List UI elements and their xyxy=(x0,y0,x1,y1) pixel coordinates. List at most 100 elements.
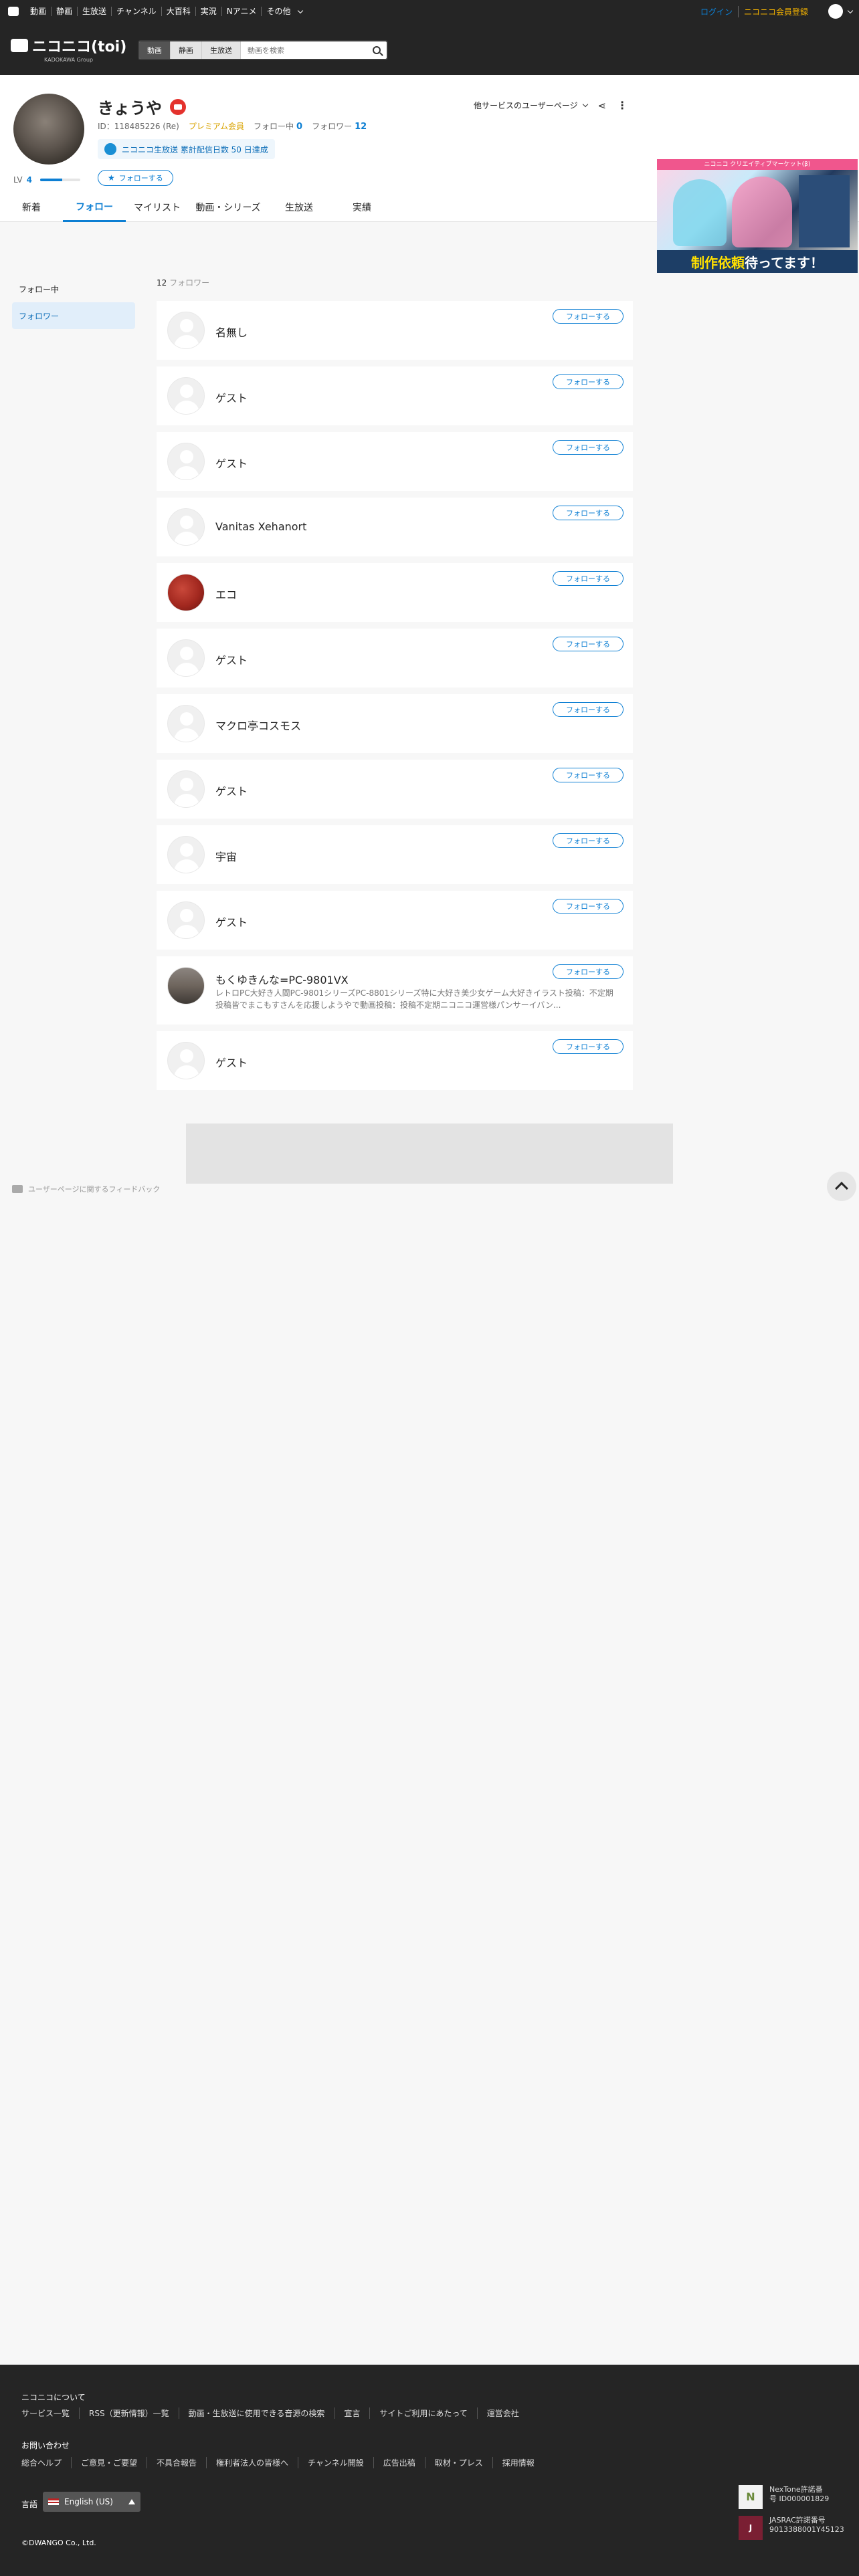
follower-name[interactable]: Vanitas Xehanort xyxy=(215,520,306,533)
footer-about-link[interactable]: 宣言 xyxy=(334,2407,369,2419)
tab-videos-series[interactable]: 動画・シリーズ xyxy=(189,193,268,222)
follower-avatar[interactable] xyxy=(167,770,205,808)
follower-row[interactable]: 宇宙 フォローする xyxy=(157,825,633,884)
follower-avatar[interactable] xyxy=(167,639,205,677)
nav-jikkyo[interactable]: 実況 xyxy=(195,7,221,16)
login-link[interactable]: ログイン xyxy=(700,5,739,17)
follower-avatar[interactable] xyxy=(167,443,205,480)
follow-button[interactable]: ★ フォローする xyxy=(98,170,173,186)
signup-link[interactable]: ニコニコ会員登録 xyxy=(739,6,808,17)
follower-name[interactable]: ゲスト xyxy=(215,651,248,667)
feedback-link[interactable]: ユーザーページに関するフィードバック xyxy=(12,1184,160,1194)
follower-row[interactable]: マクロ亭コスモス フォローする xyxy=(157,694,633,753)
footer-contact-link[interactable]: 不具合報告 xyxy=(147,2457,206,2468)
follow-button[interactable]: フォローする xyxy=(553,309,624,324)
follower-avatar[interactable] xyxy=(167,967,205,1004)
sidebar-item-followers[interactable]: フォロワー xyxy=(12,302,135,329)
follow-button[interactable]: フォローする xyxy=(553,702,624,717)
ad-banner[interactable]: ニコニコ クリエイティブマーケット(β) 制作依頼 待ってます！ xyxy=(657,159,858,273)
follow-button[interactable]: フォローする xyxy=(553,637,624,651)
youtube-icon[interactable] xyxy=(170,98,186,115)
tab-live[interactable]: 生放送 xyxy=(268,193,330,222)
follower-name[interactable]: 名無し xyxy=(215,324,248,340)
follower-name[interactable]: もくゆきんな=PC-9801VX xyxy=(215,971,349,987)
following-link[interactable]: フォロー中 0 xyxy=(254,120,302,132)
follower-avatar[interactable] xyxy=(167,574,205,611)
follower-avatar[interactable] xyxy=(167,508,205,546)
search-button[interactable] xyxy=(367,41,387,59)
footer-about-link[interactable]: 運営会社 xyxy=(476,2407,529,2419)
footer-about-link[interactable]: サイトご利用にあたって xyxy=(369,2407,476,2419)
achievement-badge[interactable]: ニコニコ生放送 累計配信日数 50 日達成 xyxy=(98,139,275,159)
follower-avatar[interactable] xyxy=(167,1042,205,1079)
tab-achievements[interactable]: 実績 xyxy=(330,193,393,222)
nav-live[interactable]: 生放送 xyxy=(77,7,111,16)
niconico-tv-icon[interactable] xyxy=(8,7,19,16)
follower-name[interactable]: エコ xyxy=(215,586,237,602)
sidebar-item-following[interactable]: フォロー中 xyxy=(12,276,135,302)
footer-about-link[interactable]: 動画・生放送に使用できる音源の検索 xyxy=(178,2407,335,2419)
chevron-down-icon[interactable] xyxy=(847,7,854,13)
search-tab-seiga[interactable]: 静画 xyxy=(171,41,202,59)
tab-new[interactable]: 新着 xyxy=(0,193,63,222)
follower-row[interactable]: ゲスト フォローする xyxy=(157,760,633,819)
follower-row[interactable]: ゲスト フォローする xyxy=(157,432,633,491)
follower-name[interactable]: ゲスト xyxy=(215,455,248,471)
search-tab-video[interactable]: 動画 xyxy=(139,41,171,59)
follower-row[interactable]: エコ フォローする xyxy=(157,563,633,622)
tab-follow[interactable]: フォロー xyxy=(63,193,126,222)
nav-channel[interactable]: チャンネル xyxy=(111,7,161,16)
footer-contact-link[interactable]: 広告出稿 xyxy=(373,2457,425,2468)
jasrac-cert[interactable]: J JASRAC許諾番号 9013388001Y45123 xyxy=(739,2516,844,2540)
footer-contact-link[interactable]: 取材・プレス xyxy=(424,2457,492,2468)
footer-contact-link[interactable]: ご意見・ご要望 xyxy=(71,2457,147,2468)
follow-button[interactable]: フォローする xyxy=(553,768,624,782)
footer-contact-link[interactable]: 権利者法人の皆様へ xyxy=(206,2457,298,2468)
footer-contact-link[interactable]: チャンネル開設 xyxy=(298,2457,373,2468)
nav-more[interactable]: その他 xyxy=(261,7,307,16)
follower-name[interactable]: ゲスト xyxy=(215,1054,248,1070)
user-avatar-icon[interactable] xyxy=(828,4,843,19)
tab-mylist[interactable]: マイリスト xyxy=(126,193,189,222)
nav-seiga[interactable]: 静画 xyxy=(51,7,77,16)
more-options-icon[interactable]: ⋮ xyxy=(617,99,628,112)
follow-button[interactable]: フォローする xyxy=(553,899,624,914)
footer-contact-link[interactable]: 総合ヘルプ xyxy=(21,2457,71,2468)
follower-row[interactable]: Vanitas Xehanort フォローする xyxy=(157,498,633,556)
footer-about-link[interactable]: RSS（更新情報）一覧 xyxy=(79,2407,179,2419)
follower-avatar[interactable] xyxy=(167,705,205,742)
follow-button[interactable]: フォローする xyxy=(553,440,624,455)
follower-row[interactable]: 名無し フォローする xyxy=(157,301,633,360)
follow-button[interactable]: フォローする xyxy=(553,1039,624,1054)
nextone-cert[interactable]: N NexTone許諾番号 ID000001829 xyxy=(739,2485,830,2509)
search-tab-live[interactable]: 生放送 xyxy=(202,41,241,59)
other-services-dropdown[interactable]: 他サービスのユーザーページ xyxy=(474,100,588,111)
nav-nanime[interactable]: Nアニメ xyxy=(221,7,262,16)
follower-row[interactable]: ゲスト フォローする xyxy=(157,891,633,950)
nav-video[interactable]: 動画 xyxy=(25,7,51,16)
follower-name[interactable]: ゲスト xyxy=(215,782,248,798)
scroll-to-top-button[interactable] xyxy=(827,1172,856,1201)
follower-row[interactable]: ゲスト フォローする xyxy=(157,366,633,425)
followers-link[interactable]: フォロワー 12 xyxy=(312,120,367,132)
follower-avatar[interactable] xyxy=(167,377,205,415)
share-icon[interactable]: ⋖ xyxy=(598,100,607,112)
follower-row[interactable]: もくゆきんな=PC-9801VX レトロPC大好き人間PC-9801シリーズPC-… xyxy=(157,956,633,1025)
follower-name[interactable]: マクロ亭コスモス xyxy=(215,717,301,733)
follow-button[interactable]: フォローする xyxy=(553,964,624,979)
follower-name[interactable]: ゲスト xyxy=(215,914,248,930)
footer-contact-link[interactable]: 採用情報 xyxy=(492,2457,544,2468)
follow-button[interactable]: フォローする xyxy=(553,506,624,520)
follow-button[interactable]: フォローする xyxy=(553,571,624,586)
follower-row[interactable]: ゲスト フォローする xyxy=(157,1031,633,1090)
site-logo[interactable]: ニコニコ(toi) KADOKAWA Group xyxy=(11,35,126,63)
follower-avatar[interactable] xyxy=(167,901,205,939)
language-select[interactable]: English (US) xyxy=(43,2492,140,2512)
follower-avatar[interactable] xyxy=(167,312,205,349)
follower-name[interactable]: 宇宙 xyxy=(215,848,237,864)
nav-dic[interactable]: 大百科 xyxy=(161,7,195,16)
follower-avatar[interactable] xyxy=(167,836,205,873)
follow-button[interactable]: フォローする xyxy=(553,833,624,848)
footer-about-link[interactable]: サービス一覧 xyxy=(21,2407,79,2419)
follower-row[interactable]: ゲスト フォローする xyxy=(157,629,633,687)
